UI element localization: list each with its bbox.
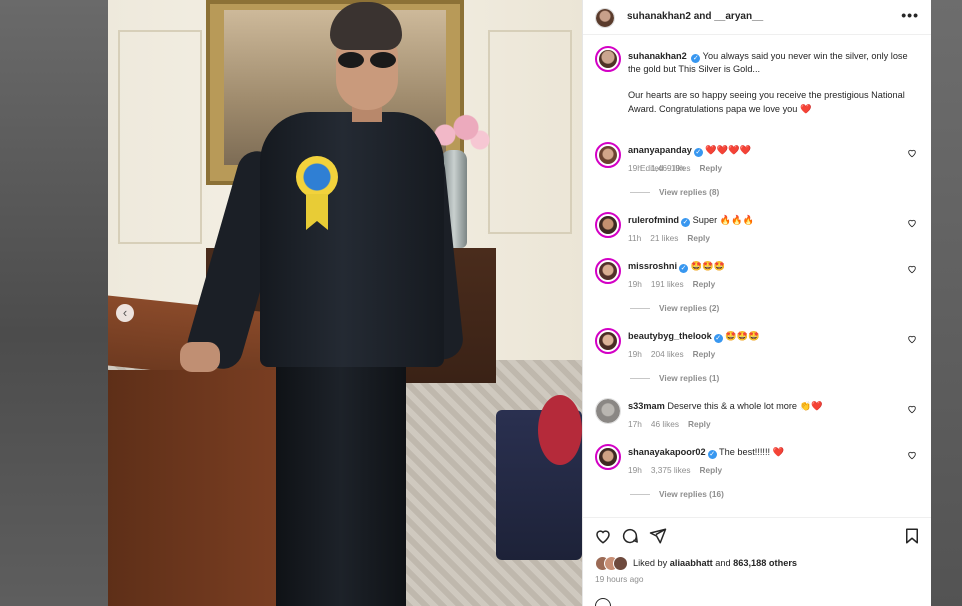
heart-icon[interactable] bbox=[907, 334, 917, 344]
wall-molding bbox=[488, 30, 572, 234]
comment-time: 19h bbox=[628, 279, 642, 289]
post-time: 19 hours ago bbox=[595, 574, 644, 584]
video-backdrop-left bbox=[0, 0, 108, 606]
caption-username[interactable]: suhanakhan2 bbox=[628, 51, 687, 61]
post-header: suhanakhan2 and __aryan__ ••• bbox=[583, 0, 931, 35]
person-trousers bbox=[276, 362, 406, 606]
comment-time: 19h bbox=[628, 349, 642, 359]
bookmark-icon[interactable] bbox=[903, 527, 921, 545]
comment-username[interactable]: missroshni bbox=[628, 261, 677, 271]
comment-time: 19h bbox=[628, 465, 642, 475]
heart-icon[interactable] bbox=[907, 148, 917, 158]
heart-icon[interactable] bbox=[907, 404, 917, 414]
heart-icon[interactable] bbox=[907, 450, 917, 460]
avatar[interactable] bbox=[595, 398, 621, 424]
comment-likes[interactable]: 191 likes bbox=[651, 279, 684, 289]
comment-icon[interactable] bbox=[621, 527, 639, 545]
person-jacket bbox=[260, 112, 444, 367]
post-photo[interactable]: ‹ bbox=[108, 0, 582, 606]
comment-likes[interactable]: 1,469 likes bbox=[651, 163, 691, 173]
avatar[interactable] bbox=[595, 258, 621, 284]
liked-by-row: Liked by aliaabhatt and 863,188 others bbox=[595, 556, 915, 572]
heart-icon[interactable] bbox=[907, 218, 917, 228]
comment-text: 🤩🤩🤩 bbox=[725, 331, 760, 341]
liked-by-joiner: and bbox=[715, 558, 731, 568]
share-icon[interactable] bbox=[649, 527, 667, 545]
comment-username[interactable]: rulerofmind bbox=[628, 215, 679, 225]
chevron-left-icon: ‹ bbox=[122, 305, 128, 320]
verified-icon: ✓ bbox=[713, 334, 723, 343]
verified-icon: ✓ bbox=[679, 264, 689, 273]
comment-likes[interactable]: 204 likes bbox=[651, 349, 684, 359]
comment-text: The best!!!!!! ❤️ bbox=[719, 447, 785, 457]
emoji-icon[interactable] bbox=[595, 598, 611, 606]
avatar[interactable] bbox=[595, 444, 621, 470]
caption-line-2: Our hearts are so happy seeing you recei… bbox=[628, 90, 905, 114]
comment-username[interactable]: s33mam bbox=[628, 401, 665, 411]
caption-text: suhanakhan2 ✓ You always said you never … bbox=[628, 50, 920, 116]
reply-button[interactable]: Reply bbox=[688, 419, 711, 429]
award-rosette bbox=[296, 156, 338, 198]
red-pillow bbox=[538, 395, 582, 465]
reply-button[interactable]: Reply bbox=[700, 465, 723, 475]
comment-likes[interactable]: 3,375 likes bbox=[651, 465, 691, 475]
comment-text: 🤩🤩🤩 bbox=[690, 261, 725, 271]
comment-likes[interactable]: 46 likes bbox=[651, 419, 679, 429]
verified-icon: ✓ bbox=[691, 54, 701, 63]
comment-text: Super 🔥🔥🔥 bbox=[692, 215, 754, 225]
video-backdrop-right bbox=[930, 0, 962, 606]
post-author-title[interactable]: suhanakhan2 and __aryan__ bbox=[627, 11, 763, 22]
comment-username[interactable]: shanayakapoor02 bbox=[628, 447, 706, 457]
likes-count[interactable]: 863,188 others bbox=[733, 558, 797, 568]
person-hand bbox=[180, 342, 220, 372]
verified-icon: ✓ bbox=[681, 218, 691, 227]
reply-button[interactable]: Reply bbox=[700, 163, 723, 173]
reply-button[interactable]: Reply bbox=[693, 349, 716, 359]
comment-text: Deserve this & a whole lot more 👏❤️ bbox=[667, 401, 823, 411]
liked-by-prefix: Liked by bbox=[633, 558, 668, 568]
verified-icon: ✓ bbox=[693, 148, 703, 157]
sunglasses bbox=[332, 52, 400, 70]
desk-body bbox=[108, 370, 280, 606]
avatar[interactable] bbox=[595, 46, 621, 72]
verified-icon: ✓ bbox=[707, 450, 717, 459]
post-side-panel: suhanakhan2 and __aryan__ ••• suhanakhan… bbox=[582, 0, 931, 606]
avatar[interactable] bbox=[595, 328, 621, 354]
heart-icon[interactable] bbox=[907, 264, 917, 274]
avatar[interactable] bbox=[595, 8, 615, 28]
comment-time: 19h bbox=[628, 163, 642, 173]
reply-button[interactable]: Reply bbox=[693, 279, 716, 289]
liker-username[interactable]: aliaabhatt bbox=[670, 558, 713, 568]
view-replies-button[interactable]: View replies (1) bbox=[630, 373, 719, 383]
view-replies-button[interactable]: View replies (2) bbox=[630, 303, 719, 313]
wall-molding bbox=[118, 30, 202, 244]
view-replies-button[interactable]: View replies (16) bbox=[630, 489, 724, 499]
liked-by-text[interactable]: Liked by aliaabhatt and 863,188 others bbox=[633, 558, 797, 568]
comment-time: 17h bbox=[628, 419, 642, 429]
comment-time: 11h bbox=[628, 233, 642, 243]
view-replies-button[interactable]: View replies (8) bbox=[630, 187, 719, 197]
comment-text: ❤️❤️❤️❤️ bbox=[705, 145, 752, 155]
comment-username[interactable]: beautybyg_thelook bbox=[628, 331, 712, 341]
avatar bbox=[613, 556, 628, 571]
more-icon[interactable]: ••• bbox=[901, 7, 919, 23]
post-actions: Liked by aliaabhatt and 863,188 others 1… bbox=[583, 517, 931, 606]
avatar[interactable] bbox=[595, 212, 621, 238]
reply-button[interactable]: Reply bbox=[687, 233, 710, 243]
comment-likes[interactable]: 21 likes bbox=[650, 233, 678, 243]
heart-icon[interactable] bbox=[594, 527, 612, 545]
avatar[interactable] bbox=[595, 142, 621, 168]
carousel-prev-button[interactable]: ‹ bbox=[116, 304, 134, 322]
comment-username[interactable]: ananyapanday bbox=[628, 145, 692, 155]
